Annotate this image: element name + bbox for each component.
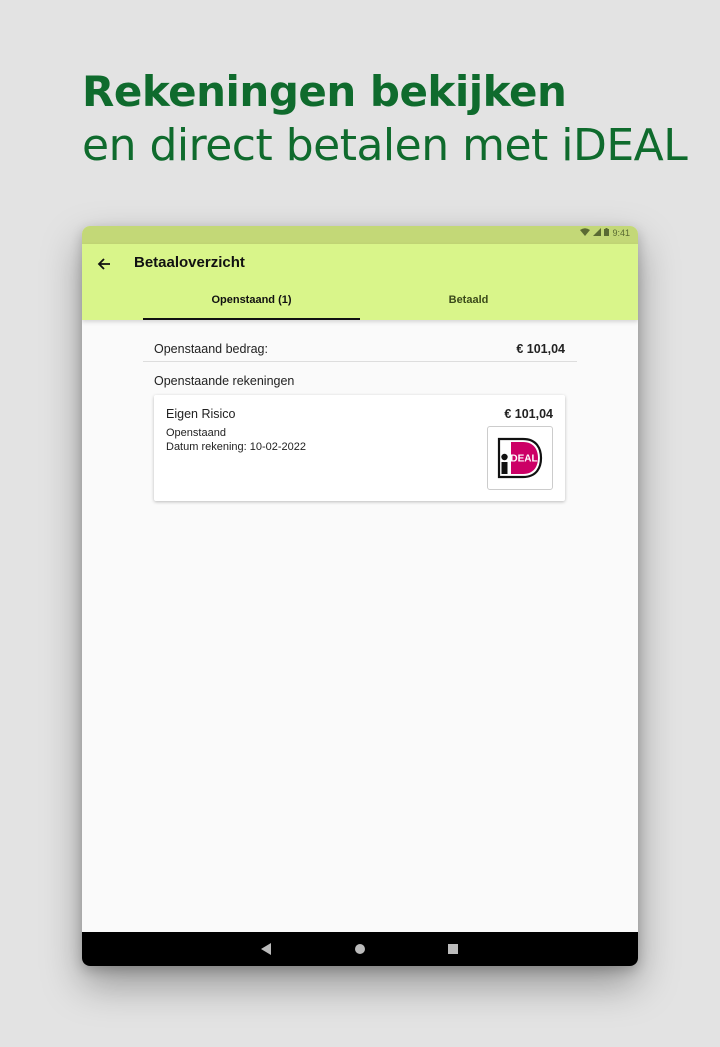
system-nav-bar [82,932,638,966]
invoice-card[interactable]: Eigen Risico € 101,04 Openstaand Datum r… [154,395,565,501]
status-bar: 9:41 [82,226,638,244]
content-area: Openstaand bedrag: € 101,04 Openstaande … [82,320,638,932]
arrow-back-icon[interactable] [92,252,116,276]
wifi-icon [580,228,591,238]
summary-amount: € 101,04 [516,342,565,356]
battery-icon [604,228,610,238]
headline-line-2: en direct betalen met iDEAL [82,120,688,171]
ideal-pay-button[interactable]: DEAL [487,426,553,490]
summary-label: Openstaand bedrag: [154,342,268,356]
summary-row: Openstaand bedrag: € 101,04 [154,342,565,356]
tab-openstaand[interactable]: Openstaand (1) [143,294,360,306]
nav-recents-icon[interactable] [448,944,458,954]
nav-back-icon[interactable] [261,943,271,955]
svg-text:DEAL: DEAL [510,454,537,465]
nav-home-icon[interactable] [355,944,365,954]
invoice-status: Openstaand [166,427,226,439]
headline: Rekeningen bekijken en direct betalen me… [82,66,688,172]
status-time: 9:41 [612,228,630,238]
signal-icon [593,228,602,238]
tab-betaald[interactable]: Betaald [360,294,577,306]
section-title: Openstaande rekeningen [154,374,295,388]
app-bar: Betaaloverzicht Openstaand (1) Betaald [82,244,638,320]
invoice-date: Datum rekening: 10-02-2022 [166,441,307,453]
divider [143,361,577,362]
headline-line-1: Rekeningen bekijken [82,67,567,116]
ideal-logo-icon: DEAL [497,437,543,479]
invoice-name: Eigen Risico [166,407,236,421]
invoice-amount: € 101,04 [504,407,553,421]
page-title: Betaaloverzicht [134,254,245,271]
tablet-device: 9:41 Betaaloverzicht Openstaand (1) Beta… [82,226,638,966]
